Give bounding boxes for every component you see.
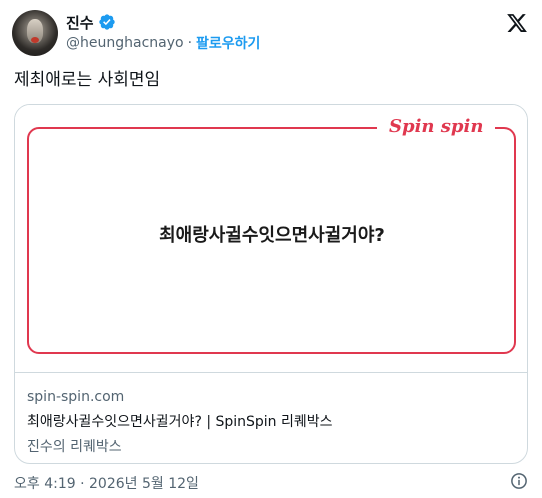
author-name-row: 진수 [66,12,116,32]
avatar[interactable] [12,10,58,56]
card-image[interactable]: Spin spin 최애랑사귈수잇으면사귈거야? [15,105,527,373]
tweet-timestamp[interactable]: 오후 4:19 · 2026년 5월 12일 [14,473,199,493]
card-question: 최애랑사귈수잇으면사귈거야? [159,225,385,246]
separator-dot: · [187,35,193,51]
author-handle-row: @heunghacnayo · 팔로우하기 [66,34,260,52]
card-domain: spin-spin.com [27,389,125,405]
info-icon[interactable] [510,472,528,490]
card-info: spin-spin.com 최애랑사귈수잇으면사귈거야? | SpinSpin … [27,387,333,457]
spinspin-logo: Spin spin [377,115,496,139]
author-handle[interactable]: @heunghacnayo [66,35,184,51]
x-logo-icon[interactable] [506,12,528,34]
follow-button[interactable]: 팔로우하기 [196,33,260,53]
avatar-mouth [31,37,39,43]
author-name[interactable]: 진수 [66,12,94,33]
card-title[interactable]: 최애랑사귈수잇으면사귈거야? | SpinSpin 리퀘박스 [27,411,333,433]
card-description: 진수의 리퀘박스 [27,439,122,455]
link-card[interactable]: Spin spin 최애랑사귈수잇으면사귈거야? spin-spin.com 최… [14,104,528,464]
tweet-text: 제최애로는 사회면임 [14,70,161,90]
verified-badge-icon [98,14,115,30]
